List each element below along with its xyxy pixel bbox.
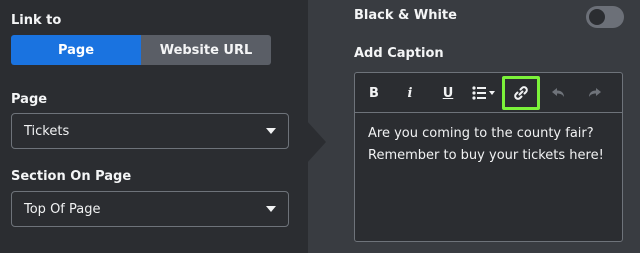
undo-icon bbox=[552, 88, 564, 97]
section-select[interactable]: Top Of Page bbox=[11, 191, 289, 227]
chevron-down-icon bbox=[266, 128, 276, 134]
editor-toolbar: B i U bbox=[355, 73, 622, 113]
insert-link-button[interactable] bbox=[502, 76, 540, 110]
caption-text-area[interactable]: Are you coming to the county fair? Remem… bbox=[368, 123, 613, 167]
panel-pointer bbox=[306, 120, 326, 164]
chevron-down-icon bbox=[266, 206, 276, 212]
page-label: Page bbox=[11, 92, 48, 107]
black-white-label: Black & White bbox=[354, 8, 457, 23]
undo-button[interactable] bbox=[547, 80, 569, 106]
redo-icon bbox=[589, 88, 601, 97]
add-caption-label: Add Caption bbox=[354, 46, 444, 61]
italic-button[interactable]: i bbox=[399, 80, 421, 106]
toggle-knob bbox=[589, 9, 605, 25]
caption-line: Are you coming to the county fair? bbox=[368, 126, 594, 141]
bullet-list-icon bbox=[472, 86, 495, 100]
page-select[interactable]: Tickets bbox=[11, 113, 289, 149]
redo-button[interactable] bbox=[584, 80, 606, 106]
black-white-toggle[interactable] bbox=[586, 6, 624, 28]
page-select-value: Tickets bbox=[24, 123, 70, 139]
page-option-button[interactable]: Page bbox=[11, 35, 141, 65]
section-on-page-label: Section On Page bbox=[11, 169, 132, 184]
caption-line: Remember to buy your tickets here! bbox=[368, 148, 604, 163]
link-settings-panel: Link to Page Website URL Page Tickets Se… bbox=[0, 0, 308, 253]
link-icon bbox=[514, 86, 528, 100]
section-select-value: Top Of Page bbox=[24, 201, 101, 217]
link-to-label: Link to bbox=[11, 13, 62, 28]
bullet-list-button[interactable] bbox=[470, 80, 500, 106]
website-url-option-button[interactable]: Website URL bbox=[141, 35, 271, 65]
bold-button[interactable]: B bbox=[363, 80, 385, 106]
underline-button[interactable]: U bbox=[437, 80, 459, 106]
caption-editor: B i U Are you coming to the county fair?… bbox=[354, 72, 623, 242]
link-type-toggle: Page Website URL bbox=[11, 35, 271, 65]
